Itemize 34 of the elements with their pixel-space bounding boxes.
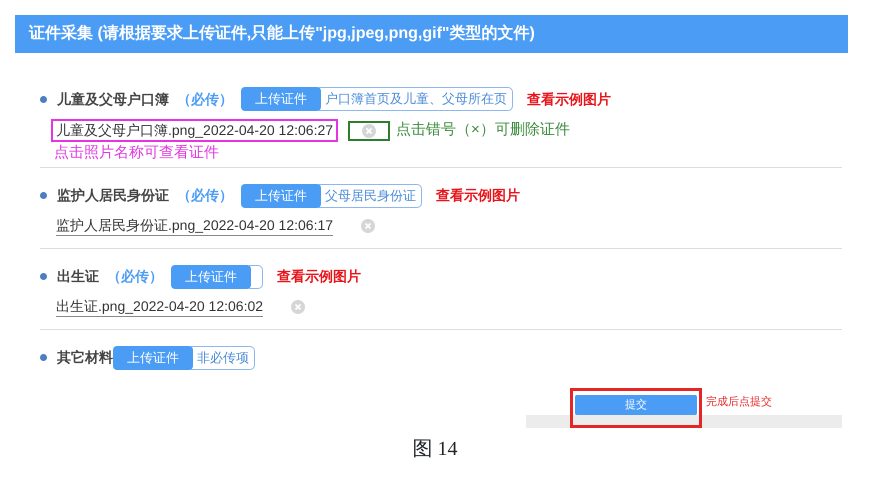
required-label: （必传） xyxy=(177,90,233,109)
hint-tag xyxy=(249,264,263,288)
item-title: 儿童及父母户口簿 xyxy=(57,90,169,108)
upload-button[interactable]: 上传证件 xyxy=(171,264,251,288)
bullet-icon xyxy=(40,273,47,280)
bullet-icon xyxy=(40,96,47,102)
submit-button[interactable]: 提交 xyxy=(575,394,697,415)
bullet-icon xyxy=(40,354,47,361)
upload-button[interactable]: 上传证件 xyxy=(241,184,321,208)
file-note: 点击照片名称可查看证件 xyxy=(54,143,220,163)
delete-icon[interactable] xyxy=(291,300,306,314)
required-label: （必传） xyxy=(107,267,163,286)
bullet-icon xyxy=(40,192,47,199)
example-link[interactable]: 查看示例图片 xyxy=(527,88,611,110)
item-title: 监护人居民身份证 xyxy=(57,186,169,205)
header-title: 证件采集 (请根据要求上传证件,只能上传"jpg,jpeg,png,gif"类型的文件) xyxy=(15,15,848,53)
example-link[interactable]: 查看示例图片 xyxy=(277,266,361,287)
submit-note: 完成后点提交 xyxy=(706,394,772,410)
hint-tag: 户口簿首页及儿童、父母所在页 xyxy=(319,87,513,111)
hint-tag: 非必传项 xyxy=(191,346,255,370)
figure-caption: 图 14 xyxy=(412,436,458,462)
upload-button[interactable]: 上传证件 xyxy=(113,346,193,370)
file-link[interactable]: 儿童及父母户口簿.png_2022-04-20 12:06:27 xyxy=(51,119,338,142)
item-title: 其它材料 xyxy=(57,348,113,367)
hint-tag: 父母居民身份证 xyxy=(319,184,422,208)
file-link[interactable]: 监护人居民身份证.png_2022-04-20 12:06:17 xyxy=(56,216,334,236)
upload-button[interactable]: 上传证件 xyxy=(241,87,321,111)
delete-icon[interactable] xyxy=(362,124,376,138)
required-label: （必传） xyxy=(177,186,233,205)
file-link[interactable]: 出生证.png_2022-04-20 12:06:02 xyxy=(56,296,264,316)
delete-icon[interactable] xyxy=(361,218,376,232)
delete-note: 点击错号（×）可删除证件 xyxy=(396,120,570,140)
example-link[interactable]: 查看示例图片 xyxy=(436,185,520,206)
item-title: 出生证 xyxy=(57,267,99,286)
